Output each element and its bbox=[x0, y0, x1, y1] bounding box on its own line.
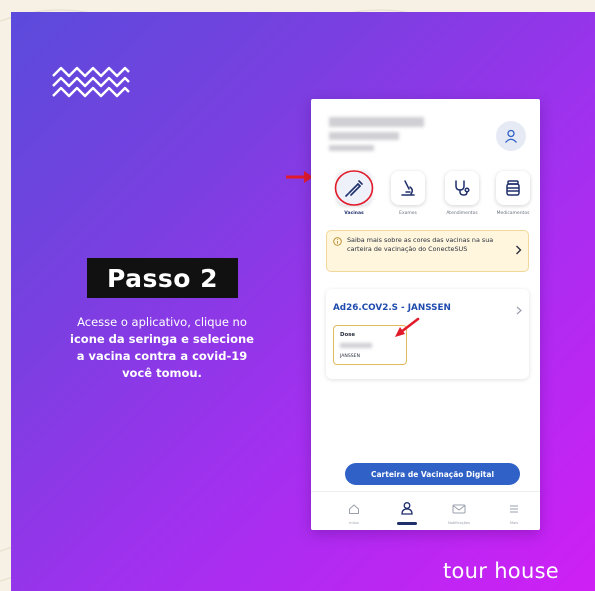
active-indicator bbox=[397, 522, 417, 525]
tab-vacinas[interactable] bbox=[334, 170, 374, 206]
nav-notifications-label: Notificações bbox=[448, 521, 470, 525]
nav-profile[interactable] bbox=[387, 500, 427, 525]
instructions-text: Acesse o aplicativo, clique no icone da … bbox=[33, 314, 291, 382]
poster: Passo 2 Acesse o aplicativo, clique no i… bbox=[11, 12, 595, 591]
tab-exames[interactable] bbox=[391, 171, 425, 205]
bottom-nav: Início Notificações Mais bbox=[311, 491, 540, 530]
info-icon bbox=[333, 237, 342, 246]
nav-notifications[interactable]: Notificações bbox=[439, 500, 479, 525]
instructions-line-2: icone da seringa e selecione bbox=[70, 332, 254, 346]
brand-logo: tour house bbox=[443, 559, 560, 583]
person-icon bbox=[401, 502, 413, 515]
instructions-line-1: Acesse o aplicativo, clique no bbox=[77, 315, 247, 329]
blurred-detail bbox=[329, 145, 374, 151]
user-icon bbox=[505, 129, 517, 143]
chevron-right-icon bbox=[516, 245, 522, 255]
chevron-right-icon bbox=[516, 306, 522, 315]
tab-medicamentos[interactable] bbox=[496, 171, 530, 205]
mail-icon bbox=[452, 504, 466, 514]
nav-home-label: Início bbox=[349, 521, 359, 525]
tab-medicamentos-label: Medicamentos bbox=[496, 211, 530, 216]
home-icon bbox=[349, 504, 359, 514]
annotation-arrow-icon bbox=[395, 317, 420, 337]
tab-exames-label: Exames bbox=[399, 211, 417, 216]
annotation-arrow-icon bbox=[286, 171, 313, 183]
menu-icon bbox=[510, 505, 518, 513]
stethoscope-icon bbox=[455, 180, 470, 196]
instructions-line-4: você tomou. bbox=[122, 366, 202, 380]
tab-atendimentos[interactable] bbox=[445, 171, 479, 205]
info-banner[interactable]: Saiba mais sobre as cores das vacinas na… bbox=[326, 230, 529, 272]
nav-more[interactable]: Mais bbox=[494, 500, 534, 525]
annotation-circle-icon bbox=[334, 170, 374, 206]
blurred-username bbox=[329, 117, 424, 127]
tab-atendimentos-label: Atendimentos bbox=[446, 211, 478, 216]
instructions-line-3: a vacina contra a covid-19 bbox=[76, 349, 248, 363]
vaccine-name: Ad26.COV2.S - JANSSEN bbox=[333, 303, 451, 313]
blurred-subtitle bbox=[329, 132, 399, 140]
app-screenshot: Vacinas Exames Atendimentos Medicamentos… bbox=[311, 99, 540, 530]
dose-label: Dose bbox=[340, 332, 356, 338]
step-title: Passo 2 bbox=[87, 258, 238, 298]
nav-more-label: Mais bbox=[509, 521, 519, 525]
avatar[interactable] bbox=[496, 121, 526, 151]
digital-vaccination-card-button[interactable]: Carteira de Vacinação Digital bbox=[345, 463, 520, 485]
dose-manufacturer: JANSSEN bbox=[340, 354, 361, 359]
pill-bottle-icon bbox=[506, 180, 520, 196]
blurred-dose-date bbox=[340, 343, 372, 348]
microscope-icon bbox=[401, 180, 415, 196]
nav-home[interactable]: Início bbox=[334, 500, 374, 525]
tab-vacinas-label: Vacinas bbox=[344, 211, 364, 216]
zigzag-decoration-icon bbox=[52, 66, 130, 98]
info-banner-text: Saiba mais sobre as cores das vacinas na… bbox=[347, 236, 494, 253]
